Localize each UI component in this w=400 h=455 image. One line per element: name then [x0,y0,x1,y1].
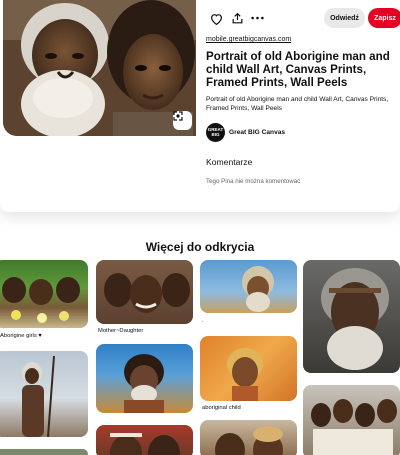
pin-image-art [321,268,389,370]
visit-button[interactable]: Odwiedź [324,8,365,28]
pin-image-art [22,355,55,437]
creator-name[interactable]: Great BIG Canvas [229,129,285,136]
explore-pin-elder-sky[interactable] [96,344,193,413]
heart-icon[interactable] [206,9,226,29]
pin-description: Portrait of old Aborigine man and child … [206,96,389,112]
ellipsis-icon[interactable] [247,8,267,28]
pin-image-art [227,348,263,401]
explore-pin[interactable] [0,449,88,455]
pin-caption[interactable]: Mother~Daughter [98,328,143,334]
pin-title: Portrait of old Aborigine man and child … [206,50,390,89]
explore-pin-painted-faces[interactable] [96,425,193,455]
visual-search-icon[interactable] [173,111,192,130]
pin-caption[interactable]: Aborigine girls ♥ [0,333,42,339]
explore-pin-group-children[interactable] [303,385,400,455]
pin-image-art [3,0,196,136]
pin-image-art [2,277,80,323]
explore-pin-elder-portrait[interactable] [200,260,297,313]
pin-caption[interactable]: . [202,318,204,324]
pin-image-art [124,354,164,413]
explore-pin-two-children[interactable] [200,420,297,455]
creator-profile[interactable]: GREAT BIG Great BIG Canvas [206,123,285,142]
explore-pin-elder-spear[interactable] [0,351,88,437]
pin-image-art [311,399,397,455]
creator-avatar[interactable]: GREAT BIG [206,123,225,142]
pin-image-art [104,273,190,313]
source-link[interactable]: mobile.greatbigcanvas.com [206,36,291,43]
share-icon[interactable] [227,8,247,28]
comments-disabled-note: Tego Pina nie można komentować [206,178,301,185]
more-to-explore-heading: Więcej do odkrycia [145,240,255,254]
explore-pin-aborigine-girls[interactable] [0,260,88,328]
pin-image-art [215,426,283,455]
explore-pin-elder-headband[interactable] [303,260,400,373]
pin-image-art [242,266,274,312]
save-button[interactable]: Zapisz [368,8,400,28]
explore-pin-mother-daughter[interactable] [96,260,193,324]
pin-closeup-card: Odwiedź Zapisz mobile.greatbigcanvas.com… [0,0,400,212]
pin-caption[interactable]: aboriginal child [202,405,241,411]
pin-image-art [110,433,180,455]
explore-pin-aboriginal-child[interactable] [200,336,297,401]
comments-heading: Komentarze [206,157,253,167]
pin-image[interactable] [3,0,196,136]
